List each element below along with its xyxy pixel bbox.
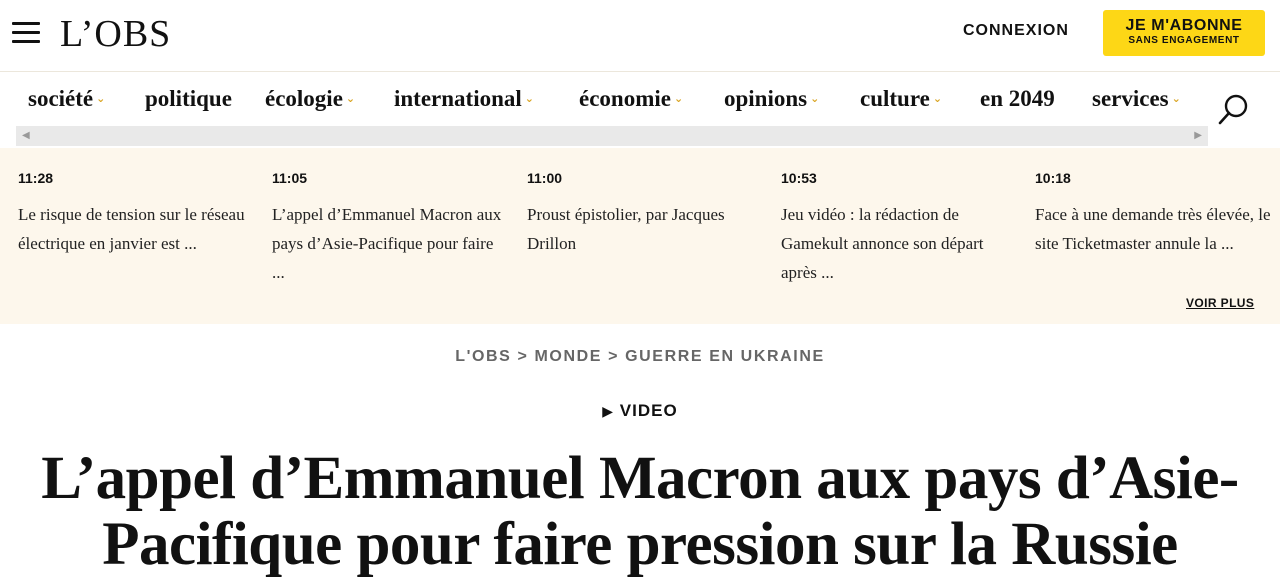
site-logo[interactable]: L’OBS (60, 12, 171, 56)
subscribe-button[interactable]: JE M'ABONNE SANS ENGAGEMENT (1103, 10, 1265, 56)
nav-item-label: économie (579, 86, 671, 111)
section-nav: société ⌄ politique écologie ⌄ internation… (0, 72, 1280, 148)
site-header: L’OBS CONNEXION JE M'ABONNE SANS ENGAGEM… (0, 0, 1280, 72)
article-title: L’appel d’Emmanuel Macron aux pays d’Asi… (41, 445, 1239, 578)
chevron-down-icon: ⌄ (1171, 92, 1181, 105)
nav-item-label: opinions (724, 86, 808, 111)
chevron-down-icon: ⌄ (345, 92, 356, 105)
breadcrumb-separator: > (517, 348, 529, 365)
nav-item-label: en 2049 (980, 86, 1055, 111)
breadcrumb-separator: > (608, 348, 620, 365)
live-item-time: 11:05 (272, 170, 308, 186)
nav-item-societe[interactable]: société ⌄ (28, 86, 105, 112)
nav-item-economie[interactable]: économie ⌄ (579, 86, 683, 112)
menu-icon[interactable] (12, 22, 40, 44)
live-item-text: Proust épistolier, par Jacques Drillon (527, 205, 725, 253)
chevron-down-icon: ⌄ (810, 92, 820, 105)
live-news-strip: 11:28 Le risque de tension sur le réseau… (0, 148, 1280, 324)
live-item-time: 10:53 (781, 170, 817, 186)
breadcrumb-item[interactable]: L'OBS (455, 348, 511, 365)
nav-item-label: services (1092, 86, 1169, 111)
login-link[interactable]: CONNEXION (963, 22, 1069, 40)
chevron-down-icon: ⌄ (524, 92, 534, 105)
live-item[interactable]: 10:18 Face à une demande très élevée, le… (1035, 170, 1271, 258)
nav-item-politique[interactable]: politique (145, 86, 232, 112)
nav-item-en-2049[interactable]: en 2049 (980, 86, 1055, 112)
see-more-link[interactable]: VOIR PLUS (1186, 296, 1254, 310)
live-item[interactable]: 11:00 Proust épistolier, par Jacques Dri… (527, 170, 763, 258)
nav-item-label: culture (860, 86, 930, 111)
live-item-time: 11:28 (18, 170, 54, 186)
video-badge: ▶ VIDEO (0, 401, 1280, 421)
nav-scrollbar[interactable]: ◀ ▶ (16, 126, 1208, 146)
live-item-text: Le risque de tension sur le réseau élect… (18, 205, 245, 253)
search-icon[interactable] (1216, 92, 1252, 128)
chevron-down-icon: ⌄ (673, 92, 684, 105)
video-label: VIDEO (619, 401, 678, 420)
nav-item-services[interactable]: services ⌄ (1092, 86, 1181, 112)
live-item[interactable]: 11:05 L’appel d’Emmanuel Macron aux pays… (272, 170, 508, 287)
live-item-text: L’appel d’Emmanuel Macron aux pays d’Asi… (272, 205, 502, 282)
live-item[interactable]: 10:53 Jeu vidéo : la rédaction de Gameku… (781, 170, 1017, 287)
live-item-time: 11:00 (527, 170, 563, 186)
breadcrumb-item[interactable]: MONDE (535, 348, 603, 365)
live-item-text: Jeu vidéo : la rédaction de Gamekult ann… (781, 205, 984, 282)
nav-item-opinions[interactable]: opinions ⌄ (724, 86, 819, 112)
chevron-down-icon: ⌄ (96, 92, 106, 105)
nav-item-label: écologie (265, 86, 343, 111)
subscribe-label: JE M'ABONNE (1125, 17, 1243, 34)
live-item-text: Face à une demande très élevée, le site … (1035, 205, 1271, 253)
nav-item-culture[interactable]: culture ⌄ (860, 86, 942, 112)
nav-item-ecologie[interactable]: écologie ⌄ (265, 86, 355, 112)
scroll-left-icon[interactable]: ◀ (22, 130, 30, 141)
nav-item-label: international (394, 86, 522, 111)
subscribe-sublabel: SANS ENGAGEMENT (1128, 35, 1240, 46)
nav-item-international[interactable]: international ⌄ (394, 86, 534, 112)
nav-item-label: société (28, 86, 94, 111)
breadcrumb-item[interactable]: GUERRE EN UKRAINE (625, 348, 825, 365)
play-icon: ▶ (602, 404, 615, 420)
live-item[interactable]: 11:28 Le risque de tension sur le réseau… (18, 170, 254, 258)
chevron-down-icon: ⌄ (932, 92, 943, 105)
scroll-right-icon[interactable]: ▶ (1194, 130, 1202, 141)
breadcrumb: L'OBS > MONDE > GUERRE EN UKRAINE (0, 348, 1280, 366)
nav-item-label: politique (145, 86, 232, 111)
live-item-time: 10:18 (1035, 170, 1071, 186)
